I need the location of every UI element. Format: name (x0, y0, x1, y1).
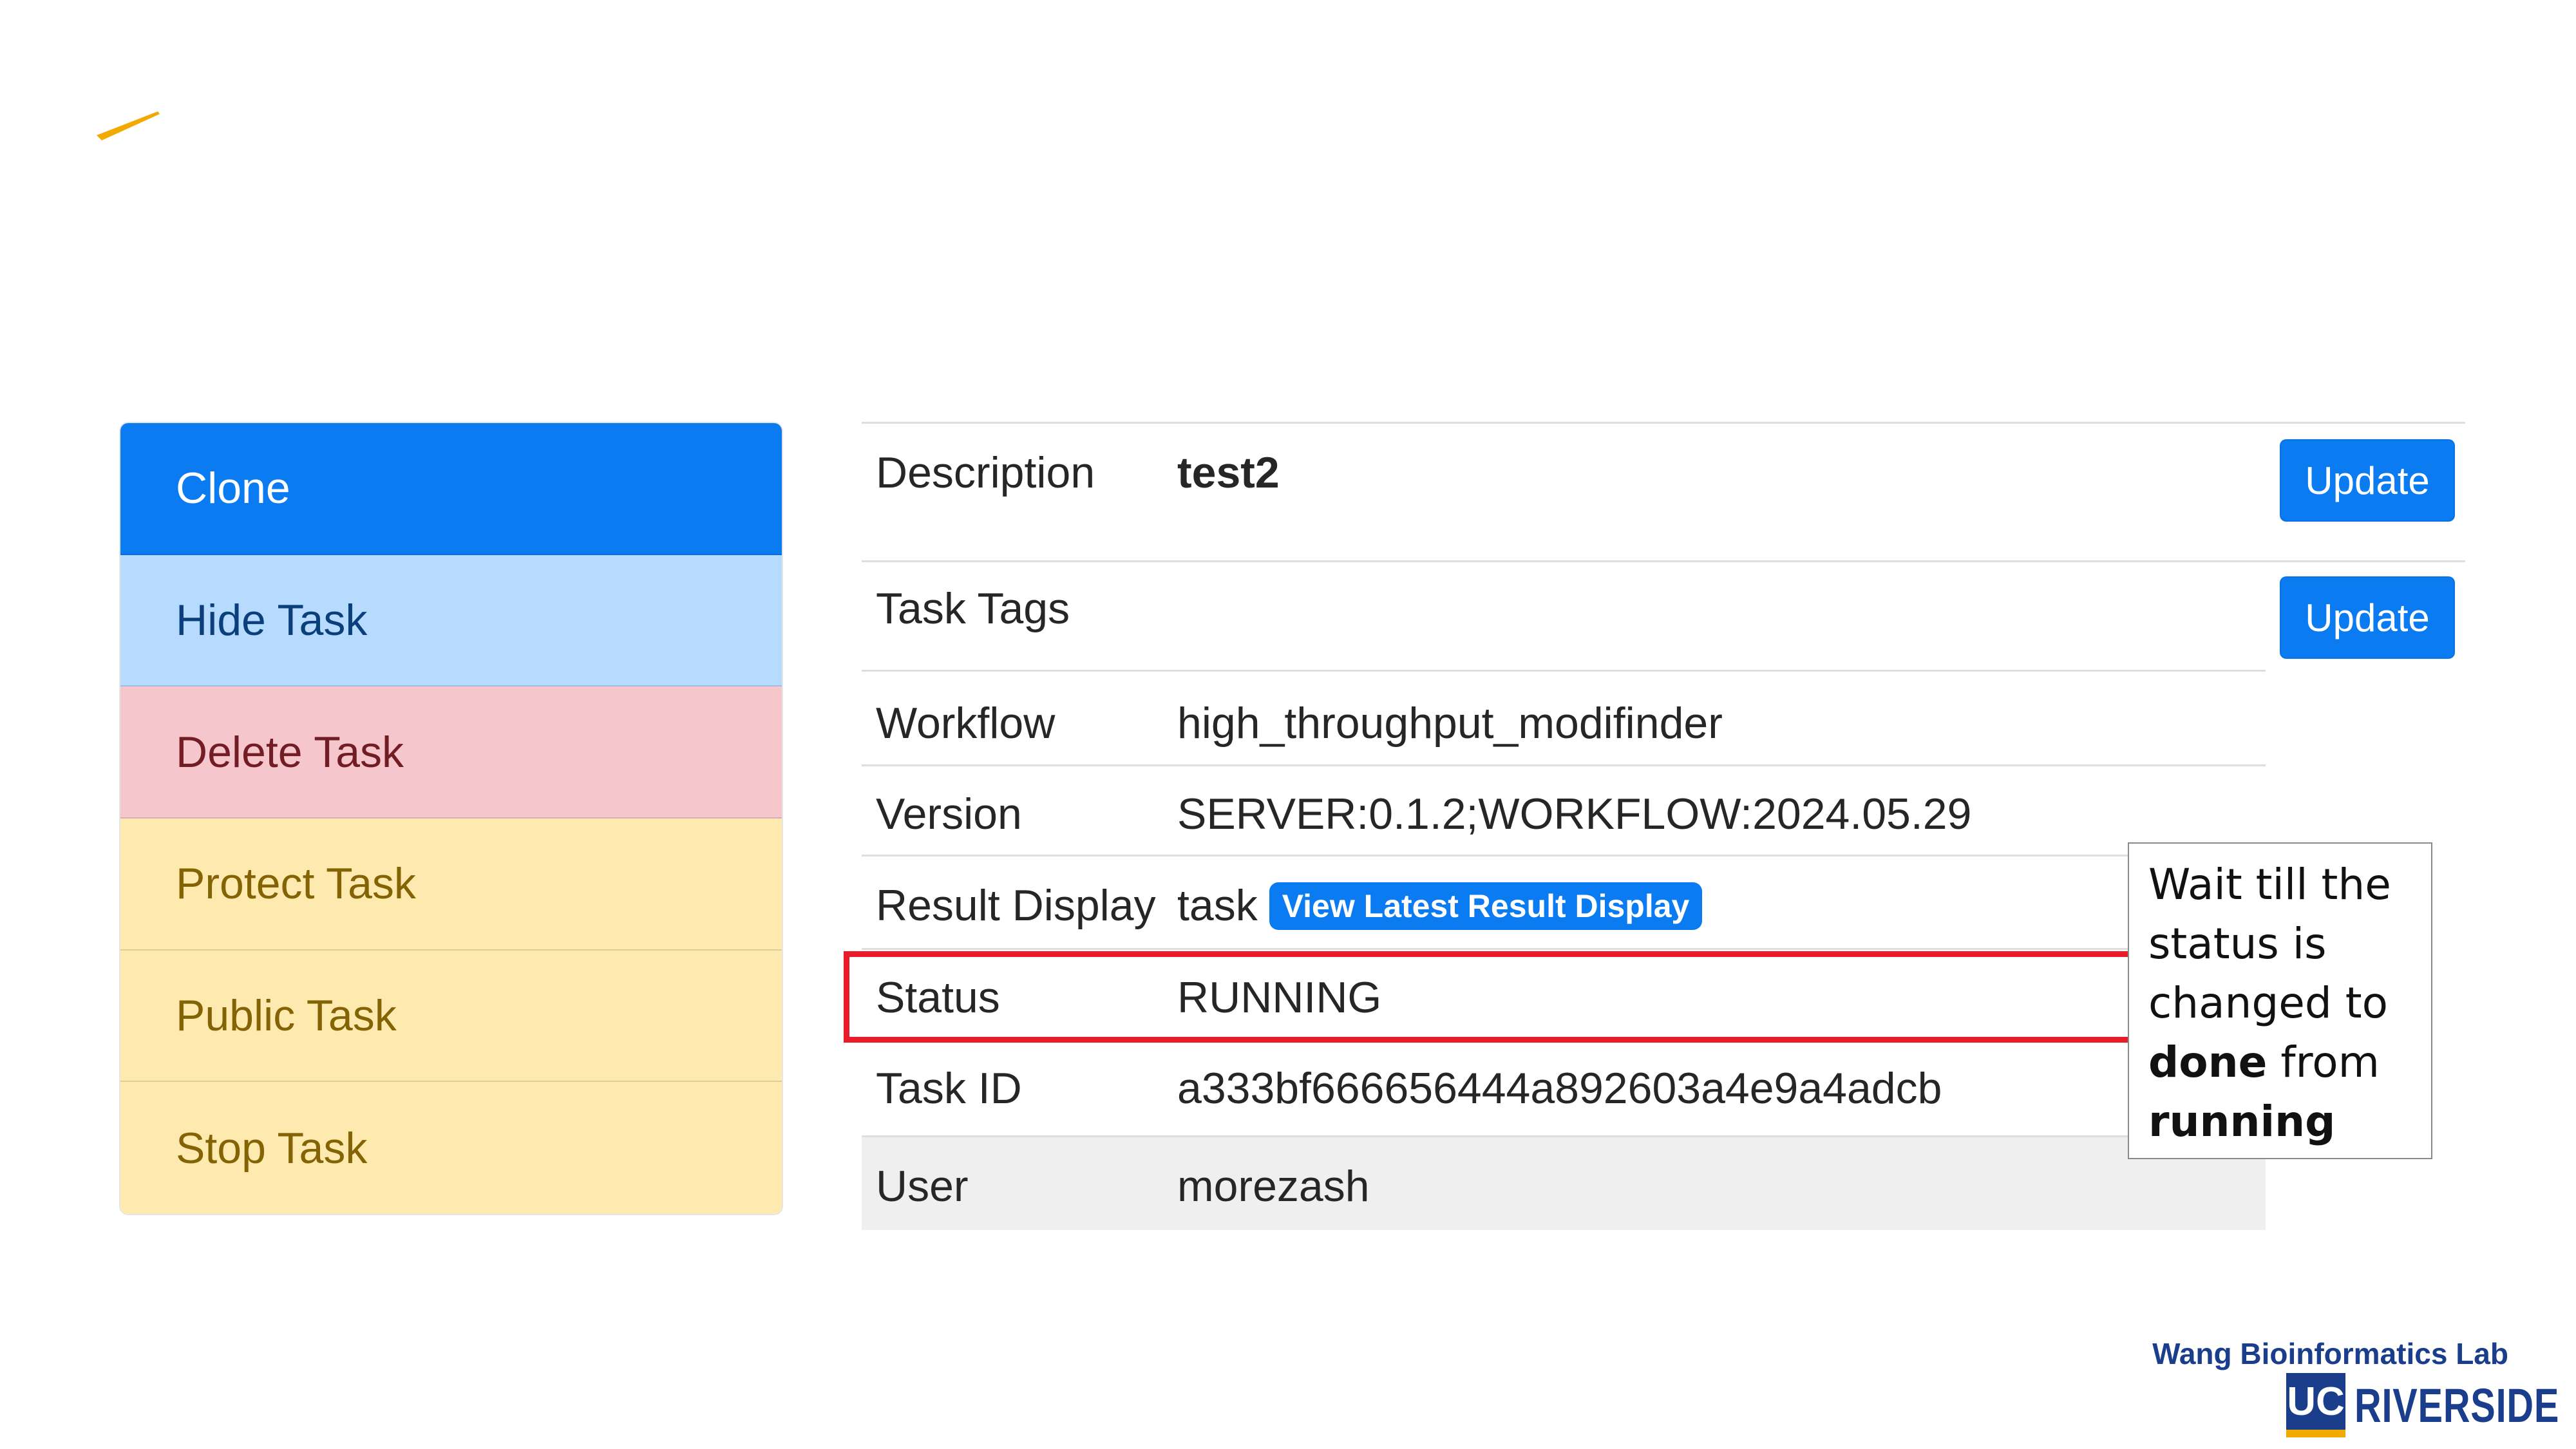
protect-task-label: Protect Task (176, 859, 416, 909)
accent-stroke-icon (97, 111, 160, 140)
note-from-text: from (2267, 1037, 2380, 1087)
workflow-label: Workflow (876, 699, 1056, 748)
hide-task-button[interactable]: Hide Task (120, 554, 782, 687)
institution-name: RIVERSIDE (2354, 1378, 2560, 1432)
user-row: User morezash (862, 1135, 2266, 1230)
public-task-button[interactable]: Public Task (120, 950, 782, 1083)
stop-task-button[interactable]: Stop Task (120, 1082, 782, 1214)
clone-label: Clone (176, 464, 290, 513)
task-id-value: a333bf666656444a892603a4e9a4adcb (1177, 1064, 1942, 1113)
result-display-value: task (1177, 881, 1258, 930)
delete-task-label: Delete Task (176, 727, 404, 777)
task-tags-label: Task Tags (876, 584, 1070, 633)
note-line-2: status is (2148, 919, 2327, 969)
note-running-text: running (2148, 1097, 2336, 1146)
note-line-5: running (2148, 1092, 2421, 1151)
description-row: Description test2 Update (862, 422, 2465, 560)
result-display-value-group: task View Latest Result Display (1177, 881, 1703, 933)
uc-riverside-logo: UC RIVERSIDE (2286, 1373, 2576, 1437)
task-id-row: Task ID a333bf666656444a892603a4e9a4adcb (862, 1040, 2266, 1135)
delete-task-button[interactable]: Delete Task (120, 687, 782, 819)
note-line-4: done from (2148, 1033, 2421, 1092)
user-value: morezash (1177, 1162, 1370, 1211)
hide-task-label: Hide Task (176, 595, 368, 645)
protect-task-button[interactable]: Protect Task (120, 818, 782, 951)
description-value: test2 (1177, 448, 1280, 497)
description-label: Description (876, 448, 1095, 497)
version-row: Version SERVER:0.1.2;WORKFLOW:2024.05.29 (862, 764, 2266, 855)
update-description-button[interactable]: Update (2280, 439, 2455, 522)
lab-name: Wang Bioinformatics Lab (2152, 1337, 2508, 1370)
user-label: User (876, 1162, 969, 1211)
version-value: SERVER:0.1.2;WORKFLOW:2024.05.29 (1177, 790, 1972, 838)
version-label: Version (876, 790, 1022, 838)
task-actions-list: Clone Hide Task Delete Task Protect Task… (120, 423, 782, 1214)
workflow-value: high_throughput_modifinder (1177, 699, 1723, 748)
note-done-text: done (2148, 1037, 2268, 1087)
result-display-label: Result Display (876, 881, 1156, 930)
clone-button[interactable]: Clone (120, 423, 782, 555)
note-line-1: Wait till the (2148, 860, 2391, 909)
note-line-3: changed to (2148, 978, 2389, 1028)
view-latest-result-display-link[interactable]: View Latest Result Display (1269, 882, 1703, 931)
public-task-label: Public Task (176, 990, 397, 1040)
update-task-tags-button[interactable]: Update (2280, 576, 2455, 659)
stop-task-label: Stop Task (176, 1123, 368, 1173)
result-display-row: Result Display task View Latest Result Di… (862, 855, 2266, 948)
workflow-row: Workflow high_throughput_modifinder (862, 670, 2266, 764)
uc-logo-icon: UC (2286, 1373, 2345, 1437)
status-highlight-box (844, 951, 2160, 1043)
task-id-label: Task ID (876, 1064, 1022, 1113)
task-tags-row: Task Tags Update (862, 560, 2465, 670)
instruction-callout: Wait till the status is changed to done … (2128, 842, 2432, 1159)
